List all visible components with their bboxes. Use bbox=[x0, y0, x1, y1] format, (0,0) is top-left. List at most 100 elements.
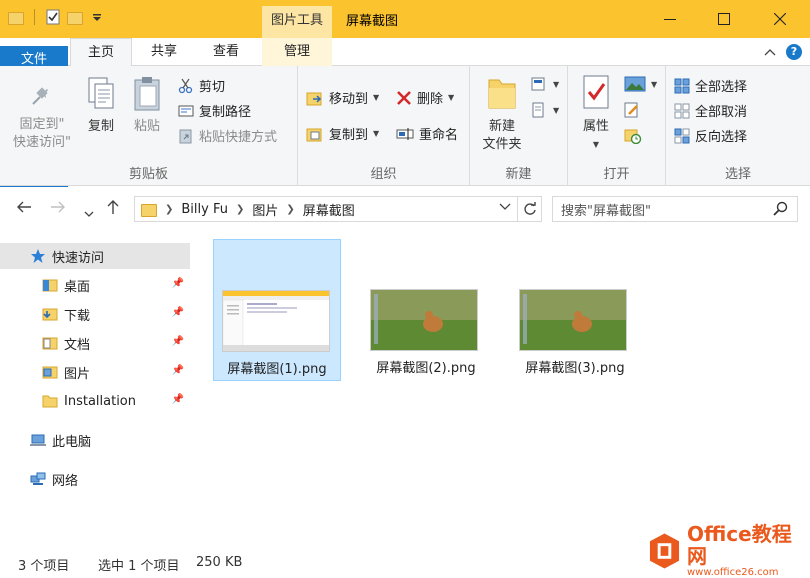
new-group-label: 新建 bbox=[505, 167, 532, 182]
file-thumbnail bbox=[519, 289, 627, 351]
recent-locations-button[interactable] bbox=[84, 203, 94, 222]
ribbon: 固定到" 快速访问" 复制 粘贴 剪切 复制路径 粘贴快捷方式 剪贴板 移动到 ▼ bbox=[0, 66, 810, 186]
rename-button[interactable]: 重命名 bbox=[396, 124, 458, 143]
window-title: 屏幕截图 bbox=[346, 14, 399, 29]
pin-icon[interactable]: 📌 bbox=[172, 307, 184, 318]
paste-button[interactable]: 粘贴 bbox=[126, 76, 168, 136]
tab-share[interactable]: 共享 bbox=[134, 38, 194, 66]
chevron-right-icon: ❯ bbox=[165, 203, 174, 215]
new-folder-button[interactable]: 新建 文件夹 bbox=[476, 74, 528, 154]
new-folder-icon[interactable] bbox=[67, 11, 83, 25]
nav-pictures[interactable]: 图片 📌 bbox=[0, 359, 190, 385]
forward-arrow-icon bbox=[51, 201, 65, 213]
help-icon[interactable]: ? bbox=[786, 44, 802, 60]
search-icon bbox=[773, 201, 788, 216]
quick-access-toolbar bbox=[8, 9, 105, 25]
customize-dropdown-icon[interactable] bbox=[89, 9, 105, 25]
nav-this-pc[interactable]: 此电脑 bbox=[0, 427, 190, 453]
desktop-folder-icon bbox=[42, 279, 58, 292]
divider bbox=[34, 9, 35, 25]
copy-button[interactable]: 复制 bbox=[80, 76, 122, 136]
file-item[interactable]: 屏幕截图(3).png bbox=[511, 239, 639, 381]
properties-button[interactable]: 属性 ▼ bbox=[574, 74, 618, 154]
scissors-icon bbox=[178, 78, 193, 93]
address-dropdown-icon[interactable] bbox=[499, 202, 511, 212]
minimize-icon bbox=[664, 19, 676, 20]
back-arrow-icon bbox=[17, 201, 31, 213]
collapse-ribbon-icon[interactable] bbox=[764, 47, 776, 57]
properties-check-icon[interactable] bbox=[45, 9, 61, 25]
back-button[interactable] bbox=[16, 199, 32, 218]
history-button[interactable] bbox=[624, 128, 642, 144]
close-button[interactable] bbox=[752, 0, 808, 38]
office-logo-icon bbox=[649, 533, 680, 569]
move-to-button[interactable]: 移动到 ▼ bbox=[306, 88, 379, 107]
paste-shortcut-button[interactable]: 粘贴快捷方式 bbox=[178, 126, 277, 145]
rename-icon bbox=[396, 127, 414, 140]
copy-to-button[interactable]: 复制到 ▼ bbox=[306, 124, 379, 143]
breadcrumb-item[interactable]: 屏幕截图 bbox=[303, 200, 355, 219]
pin-icon[interactable]: 📌 bbox=[172, 278, 184, 289]
select-all-button[interactable]: 全部选择 bbox=[674, 76, 747, 95]
copy-path-button[interactable]: 复制路径 bbox=[178, 101, 251, 120]
file-name: 屏幕截图(1).png bbox=[227, 362, 327, 377]
chevron-right-icon: ❯ bbox=[235, 203, 245, 215]
new-folder-icon bbox=[488, 79, 516, 109]
maximize-button[interactable] bbox=[696, 0, 752, 38]
cut-button[interactable]: 剪切 bbox=[178, 76, 225, 95]
delete-x-icon bbox=[397, 90, 411, 105]
copy-path-icon bbox=[178, 105, 194, 116]
documents-folder-icon bbox=[42, 337, 58, 350]
select-none-icon bbox=[674, 103, 690, 118]
file-item[interactable]: 屏幕截图(2).png bbox=[362, 239, 490, 381]
search-input[interactable]: 搜索"屏幕截图" bbox=[552, 196, 798, 222]
nav-desktop[interactable]: 桌面 📌 bbox=[0, 272, 190, 298]
refresh-button[interactable] bbox=[517, 197, 541, 221]
tab-home[interactable]: 主页 bbox=[70, 38, 132, 67]
file-list: 屏幕截图(1).png 屏幕截图(2).png 屏幕截图(3).png bbox=[202, 231, 810, 547]
ribbon-tabs: 文件 主页 共享 查看 管理 ? bbox=[0, 38, 810, 188]
watermark: Office教程网 www.office26.com bbox=[648, 523, 808, 578]
edit-button[interactable] bbox=[624, 102, 640, 118]
tab-view[interactable]: 查看 bbox=[196, 38, 256, 66]
nav-installation[interactable]: Installation 📌 bbox=[0, 388, 190, 414]
nav-downloads[interactable]: 下载 📌 bbox=[0, 301, 190, 327]
breadcrumb-item[interactable]: 图片 ❯ bbox=[252, 200, 294, 219]
pin-icon bbox=[32, 84, 48, 105]
nav-network[interactable]: 网络 bbox=[0, 466, 190, 492]
tab-manage[interactable]: 管理 bbox=[262, 38, 332, 66]
file-name: 屏幕截图(2).png bbox=[376, 361, 476, 376]
easy-access-button[interactable]: ▼ bbox=[530, 102, 559, 118]
file-item[interactable]: 屏幕截图(1).png bbox=[213, 239, 341, 381]
network-icon bbox=[30, 472, 46, 485]
select-none-button[interactable]: 全部取消 bbox=[674, 101, 747, 120]
open-button[interactable]: ▼ bbox=[624, 76, 657, 92]
pin-icon[interactable]: 📌 bbox=[172, 365, 184, 376]
new-item-button[interactable]: ▼ bbox=[530, 76, 559, 92]
open-image-icon bbox=[624, 76, 646, 92]
pictures-folder-icon bbox=[42, 366, 58, 379]
address-row: ❯ Billy Fu ❯ 图片 ❯ 屏幕截图 搜索"屏幕截图" bbox=[0, 187, 810, 231]
address-bar[interactable]: ❯ Billy Fu ❯ 图片 ❯ 屏幕截图 bbox=[134, 196, 542, 222]
select-group-label: 选择 bbox=[724, 167, 751, 182]
download-folder-icon bbox=[42, 308, 58, 321]
forward-button[interactable] bbox=[50, 199, 66, 218]
properties-check-icon bbox=[583, 75, 609, 109]
up-button[interactable] bbox=[106, 199, 120, 219]
pin-icon[interactable]: 📌 bbox=[172, 336, 184, 347]
new-group: 新建 文件夹 ▼ ▼ 新建 bbox=[470, 66, 568, 186]
properties-dropdown-icon: ▼ bbox=[592, 140, 600, 149]
pin-icon[interactable]: 📌 bbox=[172, 394, 184, 405]
invert-selection-button[interactable]: 反向选择 bbox=[674, 126, 747, 145]
nav-quick-access[interactable]: 快速访问 bbox=[0, 243, 190, 269]
open-dropdown-icon: ▼ bbox=[651, 79, 658, 89]
delete-button[interactable]: 删除 ▼ bbox=[396, 88, 454, 107]
file-name: 屏幕截图(3).png bbox=[525, 361, 625, 376]
breadcrumb-item[interactable]: Billy Fu ❯ bbox=[181, 202, 244, 217]
minimize-button[interactable] bbox=[642, 0, 698, 38]
pin-to-quick-access-button[interactable]: 固定到" 快速访问" bbox=[6, 80, 78, 152]
select-all-icon bbox=[674, 78, 690, 93]
nav-documents[interactable]: 文档 📌 bbox=[0, 330, 190, 356]
pin-label-line1: 固定到" bbox=[19, 117, 65, 132]
selection-size: 250 KB bbox=[196, 555, 243, 570]
